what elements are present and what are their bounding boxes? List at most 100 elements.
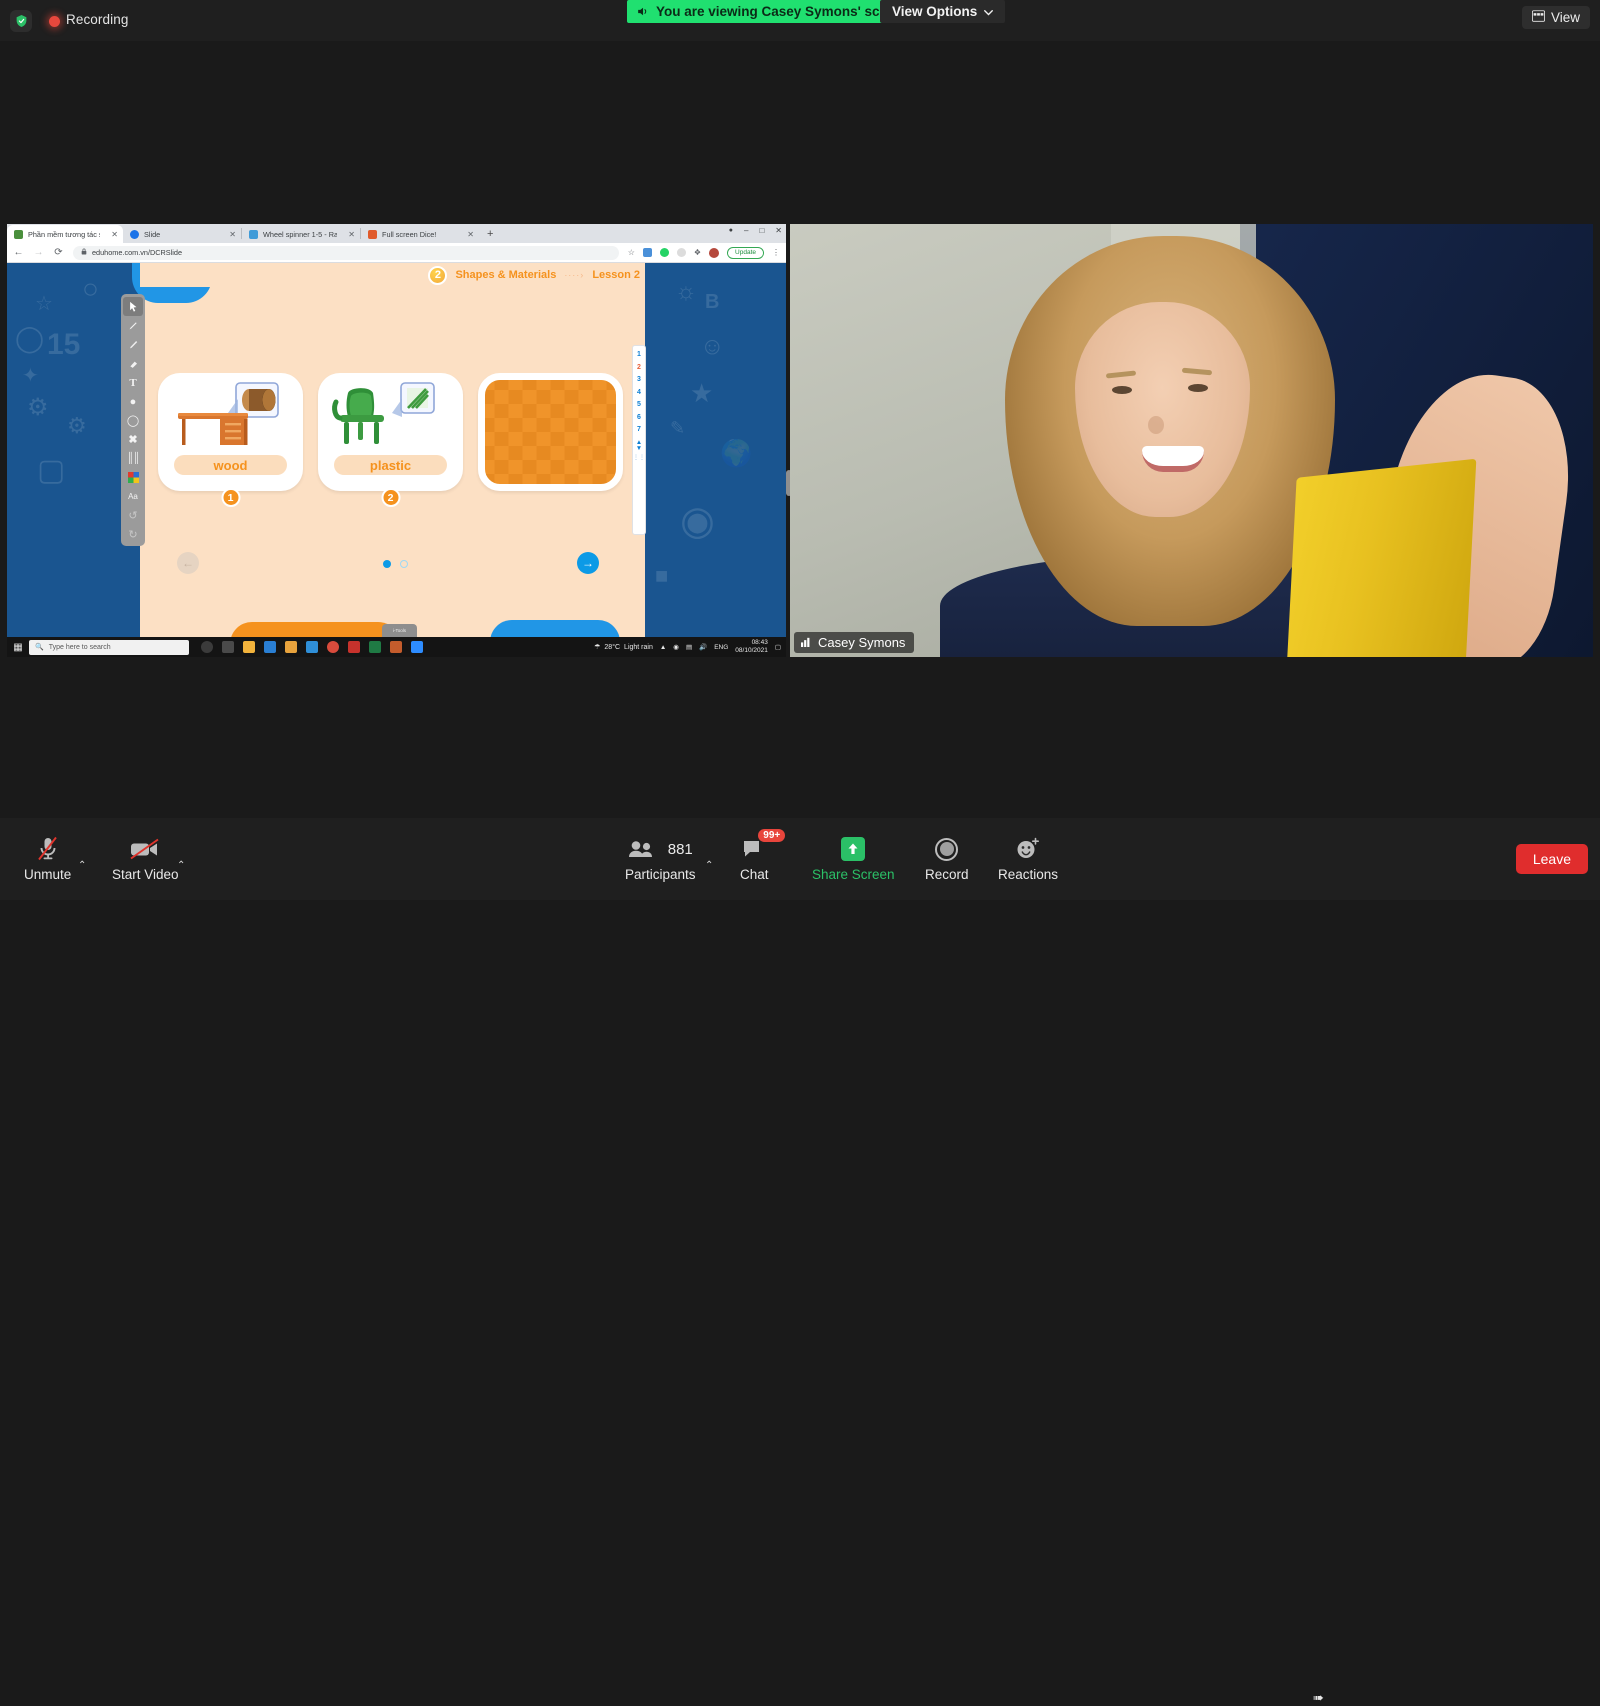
taskbar-clock[interactable]: 08:43 08/10/2021 bbox=[735, 639, 768, 655]
close-icon[interactable]: ✕ bbox=[223, 230, 236, 239]
taskbar-search-input[interactable]: 🔍 Type here to search bbox=[29, 639, 189, 655]
whatsapp-extension-icon[interactable] bbox=[659, 248, 669, 257]
battery-icon[interactable]: ▤ bbox=[686, 643, 692, 651]
browser-tab-strip[interactable]: Phần mềm tương tác sách học si ✕ Slide ✕… bbox=[7, 224, 786, 243]
security-shield-icon[interactable] bbox=[10, 10, 32, 32]
browser-menu-icon[interactable]: ⋮ bbox=[772, 248, 780, 257]
close-icon[interactable]: ✕ bbox=[105, 230, 118, 239]
minimize-icon[interactable]: – bbox=[744, 226, 748, 235]
page-number[interactable]: 3 bbox=[637, 375, 641, 384]
filled-shape-tool-button[interactable]: ● bbox=[123, 392, 143, 411]
notifications-icon[interactable]: ▢ bbox=[775, 643, 781, 651]
outline-shape-tool-button[interactable]: ◯ bbox=[123, 411, 143, 430]
leave-button[interactable]: Leave bbox=[1515, 844, 1588, 874]
weather-widget[interactable]: ☂ 28°C Light rain bbox=[594, 643, 653, 652]
wifi-icon[interactable]: ◉ bbox=[673, 643, 679, 651]
chevron-up-icon[interactable]: ▲ bbox=[660, 644, 666, 651]
pagination-dot[interactable] bbox=[400, 560, 408, 568]
task-view-icon[interactable] bbox=[222, 641, 234, 653]
color-palette-tool-button[interactable] bbox=[123, 468, 143, 487]
vocabulary-card[interactable]: plastic 2 bbox=[318, 373, 463, 507]
text-tool-button[interactable]: T bbox=[123, 373, 143, 392]
redo-tool-button[interactable]: ↻ bbox=[123, 525, 143, 544]
cortana-icon[interactable] bbox=[201, 641, 213, 653]
vocabulary-cards[interactable]: wood 1 plastic 2 bbox=[158, 373, 623, 507]
bookmark-star-icon[interactable]: ☆ bbox=[628, 248, 635, 257]
extensions-puzzle-icon[interactable]: ❖ bbox=[694, 248, 701, 257]
store-icon[interactable] bbox=[264, 641, 276, 653]
excel-icon[interactable] bbox=[369, 641, 381, 653]
maximize-icon[interactable]: □ bbox=[759, 226, 764, 235]
page-number-rail[interactable]: 1 2 3 4 5 6 7 ▲ ▼ ⋮⋮ bbox=[632, 345, 646, 535]
participants-caret-icon[interactable]: ⌃ bbox=[705, 860, 713, 871]
page-number[interactable]: 5 bbox=[637, 400, 641, 409]
undo-tool-button[interactable]: ↺ bbox=[123, 506, 143, 525]
scroll-up-down-icon[interactable]: ▲ ▼ bbox=[636, 439, 642, 452]
hidden-vocabulary-card[interactable] bbox=[478, 373, 623, 491]
windows-taskbar[interactable]: ▦ 🔍 Type here to search ☂ 28°C Light rai… bbox=[7, 637, 786, 657]
taskbar-tray[interactable]: ☂ 28°C Light rain ▲ ◉ ▤ 🔊 ENG 08:43 08/1… bbox=[594, 639, 786, 655]
slide-pagination[interactable] bbox=[383, 560, 408, 568]
browser-tab[interactable]: Full screen Dice! ✕ bbox=[361, 225, 479, 243]
browser-tab[interactable]: Slide ✕ bbox=[123, 225, 241, 243]
close-icon[interactable]: ✕ bbox=[461, 230, 474, 239]
pagination-dot-active[interactable] bbox=[383, 560, 391, 568]
shield-extension-icon[interactable] bbox=[676, 248, 686, 257]
address-bar[interactable]: eduhome.com.vn/DCRSlide bbox=[73, 245, 619, 260]
page-number[interactable]: 1 bbox=[637, 350, 641, 359]
vocabulary-card[interactable]: wood 1 bbox=[158, 373, 303, 507]
lesson-slide[interactable]: ☆ 15 ◯ ⚙ ⚙ ▢ ✦ ○ ☼ B ☺ ★ ✎ 🌍 ◉ ■ 2 Shape… bbox=[7, 263, 786, 646]
browser-tab[interactable]: Phần mềm tương tác sách học si ✕ bbox=[7, 225, 123, 243]
page-number[interactable]: 2 bbox=[637, 363, 641, 372]
video-options-caret-icon[interactable]: ⌃ bbox=[177, 860, 185, 871]
settings-dot-icon[interactable]: ● bbox=[729, 227, 733, 234]
back-icon[interactable]: ← bbox=[13, 247, 24, 258]
windows-start-icon[interactable]: ▦ bbox=[7, 642, 29, 653]
select-tool-button[interactable] bbox=[123, 297, 143, 316]
window-controls[interactable]: ● – □ ✕ bbox=[729, 226, 782, 235]
page-number[interactable]: 6 bbox=[637, 413, 641, 422]
translate-extension-icon[interactable] bbox=[642, 248, 652, 257]
avatar[interactable] bbox=[709, 247, 720, 258]
line-width-tool-button[interactable]: ║║ bbox=[123, 449, 143, 468]
onedrive-icon[interactable] bbox=[306, 641, 318, 653]
taskbar-pinned-apps[interactable] bbox=[201, 641, 423, 653]
pen-tool-button[interactable] bbox=[123, 335, 143, 354]
close-window-icon[interactable]: ✕ bbox=[775, 226, 782, 235]
next-slide-button[interactable]: → bbox=[577, 552, 599, 574]
itools-tab-button[interactable]: i-Tools bbox=[382, 624, 417, 637]
reactions-button[interactable]: Reactions bbox=[998, 836, 1058, 882]
slide-canvas[interactable]: 2 Shapes & Materials ····› Lesson 2 T ● … bbox=[121, 263, 646, 646]
start-video-button[interactable]: Start Video bbox=[112, 836, 179, 882]
view-button[interactable]: View bbox=[1521, 6, 1590, 29]
chrome-icon[interactable] bbox=[327, 641, 339, 653]
clear-tool-button[interactable]: ✖ bbox=[123, 430, 143, 449]
font-size-tool-button[interactable]: Aa bbox=[123, 487, 143, 506]
audio-options-caret-icon[interactable]: ⌃ bbox=[78, 860, 86, 871]
unmute-button[interactable]: Unmute bbox=[24, 836, 71, 882]
participant-video-tile[interactable]: Casey Symons bbox=[790, 224, 1593, 657]
new-tab-button[interactable]: + bbox=[479, 225, 501, 243]
participants-button[interactable]: 881 Participants bbox=[625, 836, 696, 883]
page-number[interactable]: 4 bbox=[637, 388, 641, 397]
forward-icon[interactable]: → bbox=[33, 247, 44, 258]
pdf-reader-icon[interactable] bbox=[348, 641, 360, 653]
eraser-tool-button[interactable] bbox=[123, 354, 143, 373]
volume-icon[interactable]: 🔊 bbox=[699, 643, 707, 651]
reload-icon[interactable]: ⟳ bbox=[53, 247, 64, 258]
previous-slide-button[interactable]: ← bbox=[177, 552, 199, 574]
browser-actions[interactable]: ☆ ❖ Update ⋮ bbox=[628, 246, 780, 259]
view-options-button[interactable]: View Options bbox=[880, 0, 1006, 23]
record-button[interactable]: Record bbox=[925, 836, 969, 882]
language-indicator[interactable]: ENG bbox=[714, 644, 728, 651]
paint-icon[interactable] bbox=[285, 641, 297, 653]
shared-screen-content[interactable]: Phần mềm tương tác sách học si ✕ Slide ✕… bbox=[7, 224, 786, 657]
close-icon[interactable]: ✕ bbox=[342, 230, 355, 239]
drag-handle-icon[interactable]: ⋮⋮ bbox=[633, 455, 645, 461]
page-number[interactable]: 7 bbox=[637, 425, 641, 434]
update-button[interactable]: Update bbox=[727, 246, 764, 259]
annotation-toolbar[interactable]: T ● ◯ ✖ ║║ Aa ↺ ↻ bbox=[121, 294, 145, 546]
zoom-app-icon[interactable] bbox=[411, 641, 423, 653]
chat-button[interactable]: 99+ Chat bbox=[740, 829, 786, 882]
browser-tab[interactable]: Wheel spinner 1-5 - Random wh ✕ bbox=[242, 225, 360, 243]
